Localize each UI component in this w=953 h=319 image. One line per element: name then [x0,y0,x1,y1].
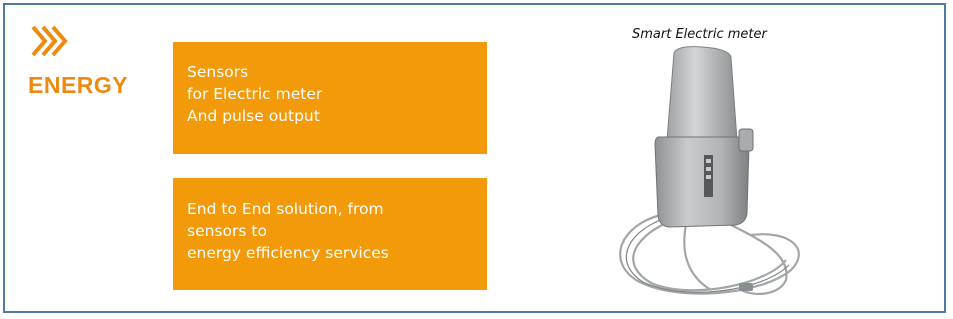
card-line: sensors to [187,222,267,240]
slide-frame: ENERGY Sensors for Electric meter And pu… [3,3,946,313]
feature-card-solution: End to End solution, from sensors to ene… [173,178,487,290]
card-line: energy efficiency services [187,244,389,262]
card-line: End to End solution, from [187,200,384,218]
product-caption: Smart Electric meter [632,27,767,42]
section-title: ENERGY [28,72,129,98]
card-line: And pulse output [187,107,320,125]
card-line: Sensors [187,63,249,81]
smart-meter-image [619,46,800,295]
card-line: for Electric meter [187,85,323,103]
triple-chevron-icon [31,25,68,57]
feature-card-sensors: Sensors for Electric meter And pulse out… [173,42,487,154]
